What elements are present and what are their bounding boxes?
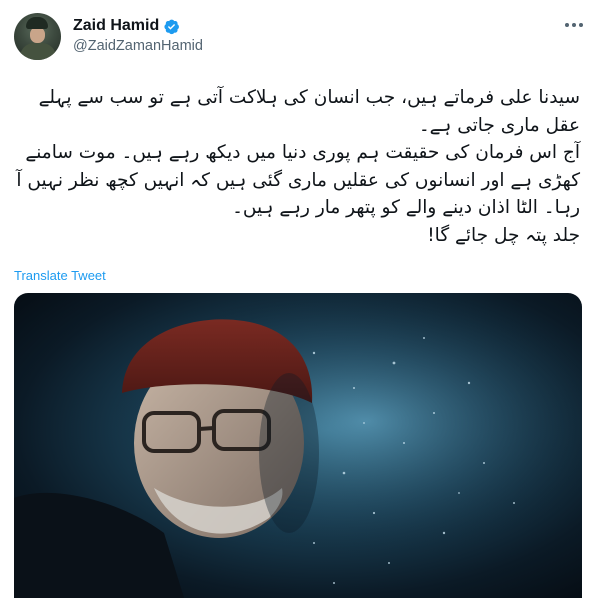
author-handle[interactable]: @ZaidZamanHamid: [73, 38, 203, 54]
tweet-text-line: کھڑی ہے اور انسانوں کی عقلیں ماری گئی ہی…: [16, 169, 580, 191]
translate-tweet-link[interactable]: Translate Tweet: [14, 268, 106, 283]
author-name-row[interactable]: Zaid Hamid: [73, 16, 180, 36]
verified-badge-icon: [164, 19, 180, 34]
avatar[interactable]: [14, 13, 61, 60]
video-frame-illustration: [14, 293, 582, 598]
tweet-text-line: جلد پتہ چل جائے گا!: [427, 224, 580, 246]
tweet-text-line: آج اس فرمان کی حقیقت ہم پوری دنیا میں دی…: [25, 142, 580, 163]
tweet-text-line: سیدنا علی فرماتے ہیں، جب انسان کی ہلاکت …: [38, 87, 580, 108]
tweet-video-thumbnail[interactable]: [14, 293, 582, 598]
tweet-text-line: عقل ماری جاتی ہے۔: [418, 114, 580, 136]
author-display-name[interactable]: Zaid Hamid: [73, 17, 159, 35]
more-options-icon[interactable]: [562, 16, 586, 34]
tweet-text: سیدنا علی فرماتے ہیں، جب انسان کی ہلاکت …: [14, 84, 580, 249]
tweet-text-line: رہا۔ الٹا اذان دینے والے کو پتھر مار رہے…: [232, 197, 580, 218]
tweet: Zaid Hamid @ZaidZamanHamid سیدنا علی فرم…: [0, 0, 597, 598]
